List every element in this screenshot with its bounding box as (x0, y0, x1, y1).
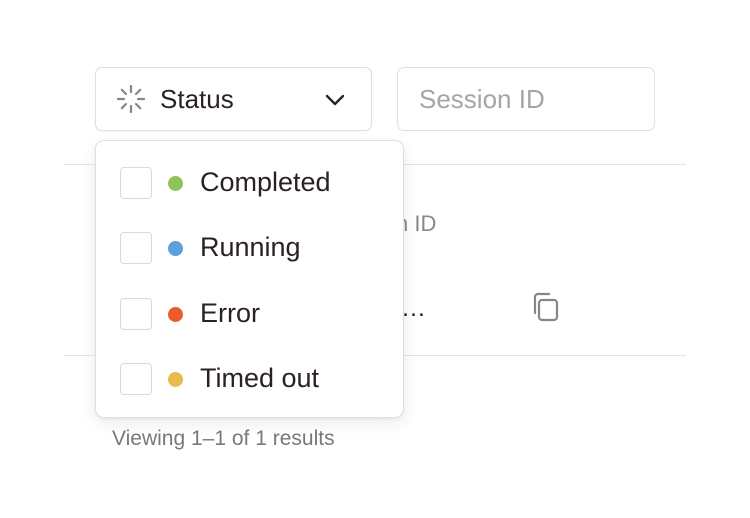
status-dropdown-menu: Completed Running Error Timed out (95, 140, 404, 418)
status-checkbox[interactable] (120, 298, 152, 330)
pagination-summary: Viewing 1–1 of 1 results (112, 427, 335, 450)
status-option-running[interactable]: Running (96, 218, 403, 278)
status-checkbox[interactable] (120, 363, 152, 395)
status-dot (168, 176, 183, 191)
spinner-icon (116, 84, 146, 114)
status-filter-label: Status (160, 83, 234, 114)
status-option-error[interactable]: Error (96, 284, 403, 344)
status-option-completed[interactable]: Completed (96, 153, 403, 213)
status-option-label: Timed out (200, 363, 320, 393)
status-dot (168, 372, 183, 387)
copy-icon[interactable] (528, 290, 562, 324)
status-filter-button[interactable]: Status (95, 67, 372, 131)
status-dot (168, 307, 183, 322)
chevron-down-icon (323, 88, 347, 112)
status-dot (168, 241, 183, 256)
status-checkbox[interactable] (120, 167, 152, 199)
status-checkbox[interactable] (120, 232, 152, 264)
status-option-label: Error (200, 298, 260, 328)
session-id-input[interactable] (397, 67, 655, 131)
sessions-page: Status Session ID 4bd38… Viewing 1–1 of … (0, 0, 750, 518)
status-option-timed-out[interactable]: Timed out (96, 349, 403, 409)
status-option-label: Running (200, 232, 301, 262)
status-option-label: Completed (200, 167, 331, 197)
